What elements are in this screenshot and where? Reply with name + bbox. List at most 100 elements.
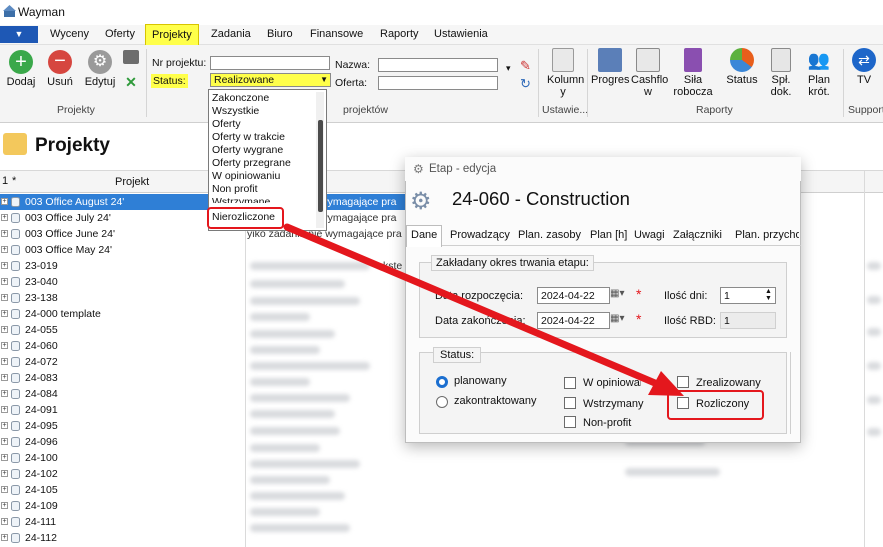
expand-icon[interactable]: +	[1, 294, 8, 301]
sila-robocza-button[interactable]: Siła robocza	[671, 48, 715, 98]
expand-icon[interactable]: +	[1, 214, 8, 221]
nazwa-input[interactable]	[378, 58, 498, 72]
spl-dok-button[interactable]: Spł. dok.	[765, 48, 797, 98]
table-row[interactable]: +24-055	[0, 322, 245, 338]
table-row[interactable]: +24-096	[0, 434, 245, 450]
clear-filter-icon[interactable]: ✎	[520, 58, 531, 74]
table-row[interactable]: +23-138	[0, 290, 245, 306]
table-row[interactable]: +003 Office May 24'	[0, 242, 245, 258]
column-header-project[interactable]: Projekt	[115, 176, 149, 188]
expand-icon[interactable]: +	[1, 262, 8, 269]
expand-icon[interactable]: +	[1, 438, 8, 445]
status-report-button[interactable]: Status	[722, 48, 762, 86]
expand-icon[interactable]: +	[1, 502, 8, 509]
oferta-input[interactable]	[378, 76, 498, 90]
tab-biuro[interactable]: Biuro	[267, 28, 293, 40]
columns-button[interactable]: Kolumn y	[545, 48, 584, 98]
checkbox-zrealizowany[interactable]	[677, 376, 689, 388]
table-row[interactable]: +24-102	[0, 466, 245, 482]
progres-button[interactable]: Progres	[591, 48, 630, 86]
table-row[interactable]: +24-105	[0, 482, 245, 498]
column-header-star[interactable]: *	[12, 175, 16, 187]
checkbox-w-opiniowaniu[interactable]	[564, 377, 576, 389]
cashflow-button[interactable]: Cashflo w	[630, 48, 668, 98]
dialog-tab-prowadzacy[interactable]: Prowadzący	[450, 229, 510, 241]
tab-zadania[interactable]: Zadania	[211, 28, 251, 40]
tab-oferty[interactable]: Oferty	[105, 28, 135, 40]
dropdown-option[interactable]: Non profit	[212, 183, 258, 195]
column-header-number[interactable]: 1	[2, 175, 8, 187]
expand-icon[interactable]: +	[1, 358, 8, 365]
expand-icon[interactable]: +	[1, 486, 8, 493]
radio-zakontraktowany[interactable]	[436, 396, 448, 408]
dialog-tab-plan-zasoby[interactable]: Plan. zasoby	[518, 229, 581, 241]
expand-icon[interactable]: +	[1, 374, 8, 381]
days-spinner[interactable]: ▲ ▼	[765, 288, 772, 302]
table-row[interactable]: +24-084	[0, 386, 245, 402]
expand-icon[interactable]: +	[1, 470, 8, 477]
dropdown-option[interactable]: Oferty	[212, 118, 241, 130]
refresh-icon[interactable]: ↻	[520, 76, 531, 92]
edit-button[interactable]: ⚙ Edytuj	[84, 50, 116, 88]
print-icon[interactable]	[123, 50, 139, 64]
tv-button[interactable]: ⇄ TV	[849, 48, 879, 86]
tab-finansowe[interactable]: Finansowe	[310, 28, 363, 40]
expand-icon[interactable]: +	[1, 534, 8, 541]
expand-icon[interactable]: +	[1, 278, 8, 285]
dropdown-arrow-icon[interactable]: ▾	[506, 63, 511, 74]
expand-icon[interactable]: +	[1, 422, 8, 429]
add-button[interactable]: + Dodaj	[6, 50, 36, 88]
nr-projektu-input[interactable]	[210, 56, 330, 70]
dropdown-option[interactable]: Oferty przegrane	[212, 157, 291, 169]
table-row[interactable]: +23-019	[0, 258, 245, 274]
dialog-tab-plan-przychodow[interactable]: Plan. przycho	[735, 229, 799, 241]
plan-krot-button[interactable]: 👥 Plan krót.	[803, 48, 835, 98]
dropdown-option[interactable]: Wstrzymane	[212, 196, 270, 203]
remove-button[interactable]: − Usuń	[45, 50, 75, 88]
expand-icon[interactable]: +	[1, 230, 8, 237]
dropdown-scroll-thumb[interactable]	[318, 120, 323, 212]
checkbox-non-profit[interactable]	[564, 416, 576, 428]
expand-icon[interactable]: +	[1, 326, 8, 333]
table-row[interactable]: +24-060	[0, 338, 245, 354]
dialog-tab-uwagi[interactable]: Uwagi	[634, 229, 665, 241]
tab-raporty[interactable]: Raporty	[380, 28, 419, 40]
expand-icon[interactable]: +	[1, 406, 8, 413]
dropdown-option[interactable]: W opiniowaniu	[212, 170, 280, 182]
tab-ustawienia[interactable]: Ustawienia	[434, 28, 488, 40]
table-row[interactable]: +24-112	[0, 530, 245, 546]
table-row[interactable]: +24-072	[0, 354, 245, 370]
table-row[interactable]: +24-000 template	[0, 306, 245, 322]
dropdown-option[interactable]: Wszystkie	[212, 105, 259, 117]
dropdown-option[interactable]: Oferty w trakcie	[212, 131, 285, 143]
radio-planowany[interactable]	[436, 376, 448, 388]
end-date-input[interactable]: 2024-04-22	[537, 312, 610, 329]
expand-icon[interactable]: +	[1, 454, 8, 461]
table-row[interactable]: +24-109	[0, 498, 245, 514]
table-row[interactable]: +24-083	[0, 370, 245, 386]
tab-projekty[interactable]: Projekty	[145, 24, 199, 45]
table-row[interactable]: +24-100	[0, 450, 245, 466]
dropdown-option[interactable]: Oferty wygrane	[212, 144, 283, 156]
dialog-tab-plan-h[interactable]: Plan [h]	[590, 229, 627, 241]
expand-icon[interactable]: +	[1, 310, 8, 317]
expand-icon[interactable]: +	[1, 198, 8, 205]
excel-export-icon[interactable]: ✕	[123, 74, 139, 90]
checkbox-wstrzymany[interactable]	[564, 397, 576, 409]
calendar-icon[interactable]: ▦▾	[610, 313, 624, 324]
table-row[interactable]: +23-040	[0, 274, 245, 290]
expand-icon[interactable]: +	[1, 246, 8, 253]
expand-icon[interactable]: +	[1, 390, 8, 397]
table-row[interactable]: +24-111	[0, 514, 245, 530]
status-select[interactable]: Realizowane ▼	[210, 73, 331, 87]
calendar-icon[interactable]: ▦▾	[610, 288, 624, 299]
dialog-tab-zalaczniki[interactable]: Załączniki	[673, 229, 722, 241]
app-menu-button[interactable]: ▼	[0, 26, 38, 43]
expand-icon[interactable]: +	[1, 342, 8, 349]
start-date-input[interactable]: 2024-04-22	[537, 287, 610, 304]
table-row[interactable]: +24-095	[0, 418, 245, 434]
expand-icon[interactable]: +	[1, 518, 8, 525]
tab-wyceny[interactable]: Wyceny	[50, 28, 89, 40]
dialog-tab-dane[interactable]: Dane	[411, 229, 437, 241]
dropdown-option[interactable]: Zakonczone	[212, 92, 269, 104]
